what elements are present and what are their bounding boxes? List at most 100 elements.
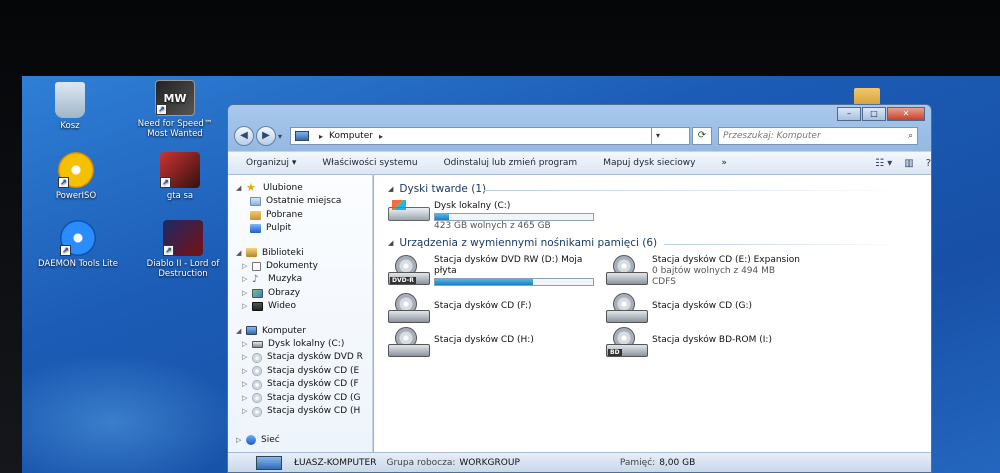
nav-item-documents[interactable]: ▷ Dokumenty (228, 260, 372, 274)
drive-filesystem: CDFS (652, 277, 676, 287)
memory-label: Pamięć: (619, 457, 656, 468)
nav-network-header[interactable]: ▷ Sieć (228, 433, 372, 447)
nav-item-pictures[interactable]: ▷ Obrazy (228, 287, 372, 301)
explorer-window: – □ ✕ ◀ ▶ ▾ ▸ Komputer ▸ ▾ ⟳ Przeszukaj:… (227, 104, 932, 473)
drive-name: Stacja dysków CD (F:) (434, 301, 532, 311)
section-removable-header[interactable]: ◢ Urządzenia z wymiennymi nośnikami pamię… (388, 237, 657, 249)
drive-item-d[interactable]: DVD-R Stacja dysków DVD RW (D:) Moja pły… (388, 255, 594, 286)
system-properties-button[interactable]: Właściwości systemu (322, 158, 417, 168)
drive-name: Stacja dysków CD (H:) (434, 335, 534, 345)
desktop-icon-label: Need for Speed™ Most Wanted (137, 119, 213, 139)
breadcrumb-separator: ▸ (319, 131, 324, 141)
shortcut-arrow-icon: ↗ (163, 245, 174, 256)
address-bar: ◀ ▶ ▾ ▸ Komputer ▸ ▾ ⟳ Przeszukaj: Kompu… (234, 125, 925, 147)
section-hard-drives-header[interactable]: ◢ Dyski twarde (1) (388, 183, 486, 195)
history-dropdown-icon[interactable]: ▾ (278, 132, 288, 141)
nav-item-desktop[interactable]: Pulpit (228, 222, 372, 236)
search-icon: ⌕ (907, 131, 913, 141)
gta-icon: ↗ (160, 152, 200, 188)
desktop-icon-poweriso[interactable]: ↗ PowerISO (28, 152, 124, 201)
address-dropdown-icon[interactable]: ▾ (652, 127, 690, 145)
desktop-icon-daemon-tools[interactable]: ↗ DAEMON Tools Lite (30, 220, 126, 269)
drive-item-h[interactable]: Stacja dysków CD (H:) (388, 327, 534, 357)
desktop-icon-label: Kosz (60, 121, 80, 131)
view-options-icon[interactable]: ☷ ▾ (875, 158, 892, 169)
nav-item-videos[interactable]: ▷ Wideo (228, 300, 372, 314)
documents-icon (252, 261, 261, 271)
desktop-icon-recycle-bin[interactable]: Kosz (22, 82, 118, 131)
forward-button[interactable]: ▶ (256, 126, 276, 146)
organize-button[interactable]: Organizuj ▾ (246, 158, 296, 168)
preview-pane-icon[interactable]: ▥ (904, 158, 913, 169)
desktop-icon-nfs[interactable]: MW ↗ Need for Speed™ Most Wanted (127, 80, 223, 139)
nav-computer-header[interactable]: ◢ Komputer (228, 324, 372, 338)
cd-drive-icon (606, 293, 648, 323)
breadcrumb-separator: ▸ (378, 131, 383, 141)
videos-icon (252, 302, 263, 312)
shortcut-arrow-icon: ↗ (156, 104, 167, 115)
star-icon: ★ (246, 181, 256, 194)
nav-item-drive-e[interactable]: ▷ Stacja dysków CD (E (228, 365, 372, 379)
drive-item-c[interactable]: Dysk lokalny (C:) 423 GB wolnych z 465 G… (388, 200, 594, 232)
back-button[interactable]: ◀ (234, 126, 254, 146)
cd-drive-icon (388, 327, 430, 357)
nav-favorites-header[interactable]: ◢ ★ Ulubione (228, 181, 372, 195)
nav-item-drive-f[interactable]: ▷ Stacja dysków CD (F (228, 378, 372, 392)
desktop: Kosz MW ↗ Need for Speed™ Most Wanted ↗ P… (22, 76, 1000, 473)
nav-item-drive-c[interactable]: ▷ Dysk lokalny (C:) (228, 338, 372, 352)
command-bar: Organizuj ▾ Właściwości systemu Odinstal… (228, 151, 931, 175)
nav-libraries-header[interactable]: ◢ Biblioteki (228, 246, 372, 260)
desktop-icon-label: Diablo II - Lord of Destruction (146, 259, 220, 279)
help-icon[interactable]: ? (926, 158, 931, 169)
drive-item-i[interactable]: BD Stacja dysków BD-ROM (I:) (606, 327, 772, 357)
nav-computer: ◢ Komputer ▷ Dysk lokalny (C:) ▷ Stacja dys… (228, 324, 372, 419)
caption-buttons: – □ ✕ (836, 107, 925, 121)
dvd-drive-icon: DVD-R (388, 255, 430, 285)
address-input[interactable]: ▸ Komputer ▸ (290, 127, 652, 145)
computer-name: ŁUASZ-KOMPUTER (294, 457, 377, 468)
cd-drive-icon (388, 293, 430, 323)
drive-usage-bar (434, 278, 594, 286)
libraries-icon (246, 248, 257, 257)
desktop-icon-diablo[interactable]: ↗ Diablo II - Lord of Destruction (135, 220, 231, 279)
drive-name: Stacja dysków DVD RW (D:) Moja (434, 255, 583, 265)
workgroup-label: Grupa robocza: (386, 457, 456, 468)
downloads-icon (250, 210, 261, 220)
drive-name: Stacja dysków BD-ROM (I:) (652, 335, 772, 345)
computer-icon (295, 131, 309, 141)
navigation-pane: ◢ ★ Ulubione Ostatnie miejsca Pobrane Pulp… (228, 175, 373, 452)
nav-item-recent[interactable]: Ostatnie miejsca (228, 195, 372, 209)
close-button[interactable]: ✕ (887, 107, 925, 121)
uninstall-program-button[interactable]: Odinstaluj lub zmień program (444, 158, 578, 168)
breadcrumb-computer[interactable]: Komputer (329, 131, 373, 141)
search-input[interactable]: Przeszukaj: Komputer ⌕ (718, 127, 918, 145)
network-icon (246, 434, 256, 445)
poweriso-icon: ↗ (58, 152, 94, 188)
more-commands-button[interactable]: » (721, 158, 727, 168)
nav-libraries: ◢ Biblioteki ▷ Dokumenty ▷ ♪ Muzyka ▷ Obrazy … (228, 246, 372, 314)
map-network-drive-button[interactable]: Mapuj dysk sieciowy (603, 158, 695, 168)
drive-item-f[interactable]: Stacja dysków CD (F:) (388, 293, 532, 323)
minimize-button[interactable]: – (837, 107, 861, 121)
dvd-drive-icon (252, 352, 262, 363)
nav-favorites: ◢ ★ Ulubione Ostatnie miejsca Pobrane Pulp… (228, 181, 372, 236)
shortcut-arrow-icon: ↗ (58, 177, 69, 188)
maximize-button[interactable]: □ (862, 107, 886, 121)
nav-item-downloads[interactable]: Pobrane (228, 209, 372, 223)
bd-drive-icon: BD (606, 327, 648, 357)
hard-drive-icon (252, 340, 263, 348)
music-icon: ♪ (252, 273, 259, 285)
nav-item-music[interactable]: ▷ ♪ Muzyka (228, 273, 372, 287)
shortcut-arrow-icon: ↗ (60, 245, 71, 256)
diablo-icon: ↗ (163, 220, 203, 256)
refresh-button[interactable]: ⟳ (692, 127, 712, 145)
desktop-icon-gta[interactable]: ↗ gta sa (132, 152, 228, 201)
drive-item-e[interactable]: Stacja dysków CD (E:) Expansion 0 bajtów… (606, 255, 800, 288)
nav-network: ▷ Sieć (228, 433, 372, 447)
nav-item-drive-g[interactable]: ▷ Stacja dysków CD (G (228, 392, 372, 406)
cd-drive-icon (606, 255, 648, 285)
nav-item-drive-d[interactable]: ▷ Stacja dysków DVD R (228, 351, 372, 365)
nav-item-drive-h[interactable]: ▷ Stacja dysków CD (H (228, 405, 372, 419)
drive-item-g[interactable]: Stacja dysków CD (G:) (606, 293, 752, 323)
hard-drive-icon (388, 200, 430, 221)
